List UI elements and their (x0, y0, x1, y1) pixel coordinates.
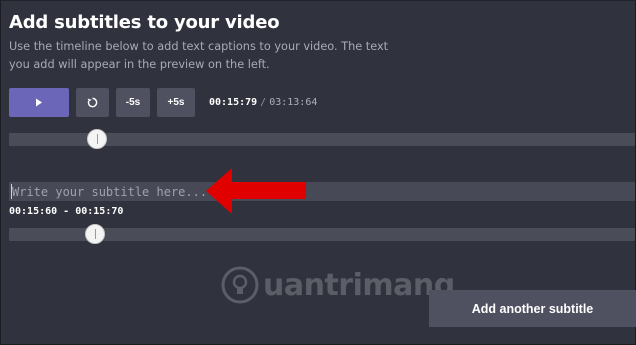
subtitle-slider-handle[interactable] (85, 224, 105, 244)
restart-button[interactable] (76, 88, 109, 117)
subtitle-text-input[interactable] (9, 182, 635, 201)
add-another-subtitle-button[interactable]: Add another subtitle (429, 290, 636, 327)
time-separator: / (260, 97, 267, 108)
watermark-logo: uantrimang (221, 266, 455, 304)
video-timeline-slider[interactable] (9, 129, 635, 149)
time-display: 00:15:79/03:13:64 (209, 97, 317, 108)
play-button[interactable] (9, 88, 69, 117)
lightbulb-icon (221, 266, 259, 304)
text-cursor (11, 184, 12, 199)
play-icon (36, 98, 42, 107)
playback-controls: -5s +5s 00:15:79/03:13:64 (9, 88, 317, 117)
subtitle-time-range: 00:15:60 - 00:15:70 (9, 206, 124, 217)
subtitle-range-slider[interactable] (9, 224, 635, 244)
rewind-5s-button[interactable]: -5s (116, 88, 150, 117)
page-description: Use the timeline below to add text capti… (9, 40, 389, 71)
forward-5s-button[interactable]: +5s (157, 88, 195, 117)
timeline-slider-handle[interactable] (87, 129, 107, 149)
red-arrow-annotation (206, 168, 306, 214)
restart-icon (87, 97, 98, 108)
total-time: 03:13:64 (269, 97, 318, 108)
subtitle-editor-panel: Add subtitles to your video Use the time… (0, 0, 636, 345)
page-title: Add subtitles to your video (9, 12, 280, 33)
watermark-text: uantrimang (263, 267, 455, 303)
current-time: 00:15:79 (209, 97, 258, 108)
